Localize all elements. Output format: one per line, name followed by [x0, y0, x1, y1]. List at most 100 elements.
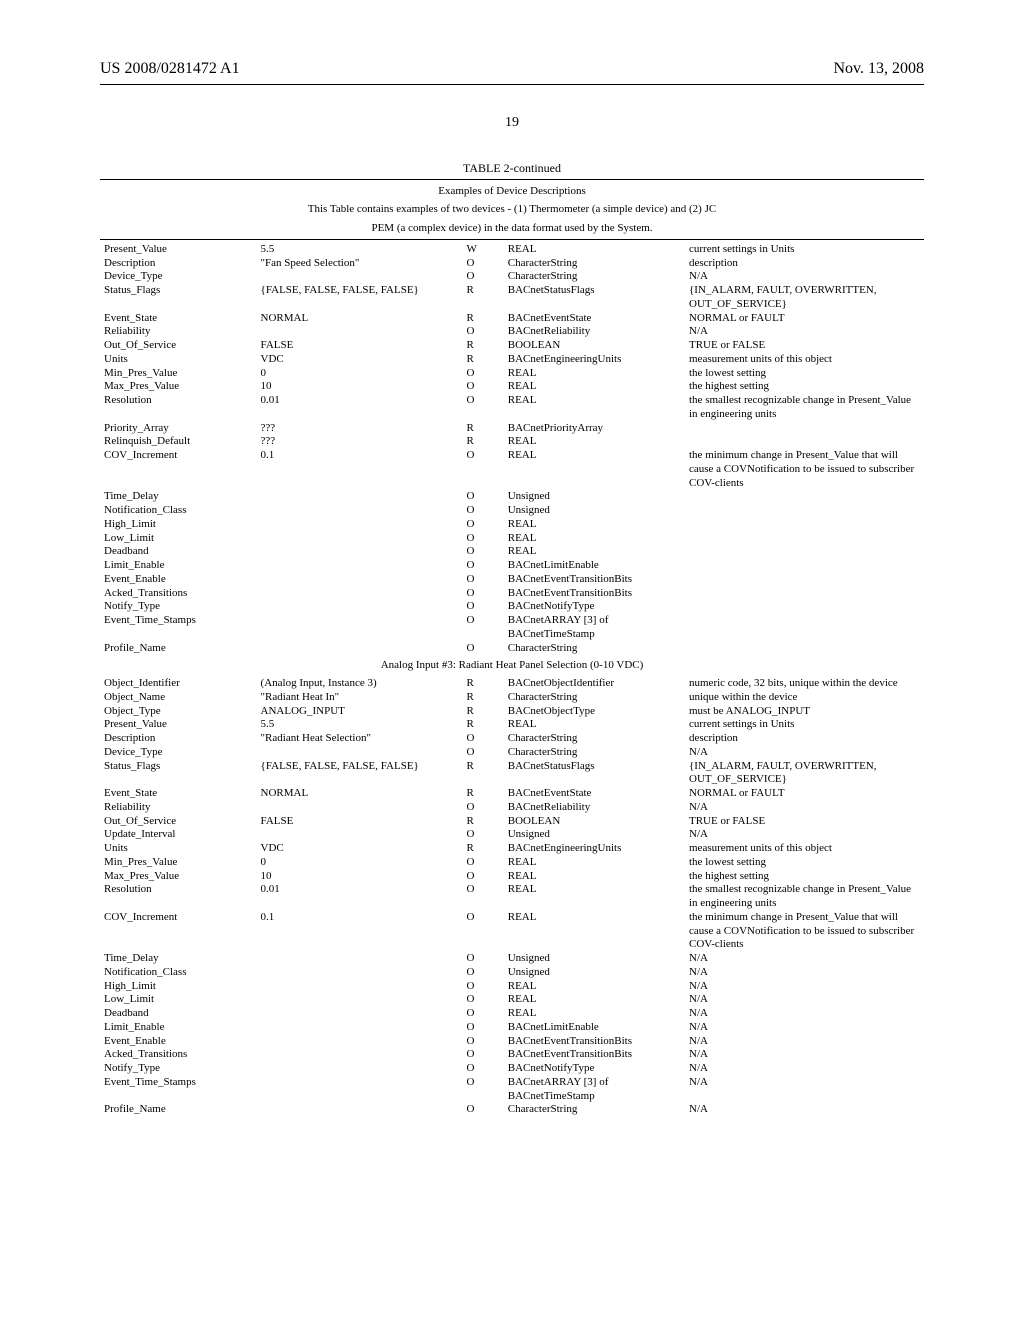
cell-c5: the minimum change in Present_Value that… — [685, 911, 924, 952]
cell-c5: the smallest recognizable change in Pres… — [685, 883, 924, 911]
cell-c3: R — [463, 691, 504, 705]
cell-c3: O — [463, 573, 504, 587]
cell-c1: COV_Increment — [100, 449, 257, 490]
cell-c3: R — [463, 677, 504, 691]
cell-c2: 0.01 — [257, 883, 463, 911]
cell-c3: O — [463, 870, 504, 884]
cell-c2 — [257, 1103, 463, 1117]
cell-c5: description — [685, 257, 924, 271]
cell-c5 — [685, 504, 924, 518]
cell-c4: REAL — [504, 435, 685, 449]
table-row: Acked_TransitionsOBACnetEventTransitionB… — [100, 587, 924, 601]
table-caption-1: Examples of Device Descriptions — [100, 184, 924, 198]
table-row: Resolution0.01OREALthe smallest recogniz… — [100, 394, 924, 422]
cell-c4: BACnetReliability — [504, 801, 685, 815]
table-row: Device_TypeOCharacterStringN/A — [100, 270, 924, 284]
cell-c3: O — [463, 587, 504, 601]
table-row: Status_Flags{FALSE, FALSE, FALSE, FALSE}… — [100, 284, 924, 312]
cell-c5 — [685, 490, 924, 504]
cell-c5 — [685, 559, 924, 573]
cell-c1: Units — [100, 353, 257, 367]
cell-c5 — [685, 518, 924, 532]
cell-c3: R — [463, 787, 504, 801]
cell-c4: REAL — [504, 367, 685, 381]
cell-c2 — [257, 600, 463, 614]
cell-c5: description — [685, 732, 924, 746]
table-row: Object_Identifier(Analog Input, Instance… — [100, 677, 924, 691]
table-row: ReliabilityOBACnetReliabilityN/A — [100, 325, 924, 339]
cell-c2: FALSE — [257, 815, 463, 829]
table-row: Limit_EnableOBACnetLimitEnable — [100, 559, 924, 573]
cell-c1: Time_Delay — [100, 952, 257, 966]
cell-c5: the highest setting — [685, 870, 924, 884]
cell-c3: O — [463, 856, 504, 870]
cell-c5: N/A — [685, 270, 924, 284]
cell-c3: R — [463, 760, 504, 788]
cell-c1: Relinquish_Default — [100, 435, 257, 449]
cell-c2: 5.5 — [257, 718, 463, 732]
page-header: US 2008/0281472 A1 Nov. 13, 2008 — [100, 60, 924, 78]
cell-c3: R — [463, 435, 504, 449]
table-row: High_LimitOREAL — [100, 518, 924, 532]
cell-c1: Reliability — [100, 801, 257, 815]
cell-c4: REAL — [504, 449, 685, 490]
cell-c3: O — [463, 1007, 504, 1021]
cell-c5 — [685, 435, 924, 449]
table-row: Description"Radiant Heat Selection"OChar… — [100, 732, 924, 746]
cell-c3: O — [463, 449, 504, 490]
cell-c2: VDC — [257, 353, 463, 367]
cell-c1: Device_Type — [100, 746, 257, 760]
table-row: Resolution0.01OREALthe smallest recogniz… — [100, 883, 924, 911]
cell-c4: REAL — [504, 980, 685, 994]
cell-c1: High_Limit — [100, 518, 257, 532]
cell-c3: O — [463, 270, 504, 284]
cell-c4: BACnetStatusFlags — [504, 284, 685, 312]
cell-c2 — [257, 993, 463, 1007]
cell-c3: O — [463, 746, 504, 760]
cell-c5: N/A — [685, 1103, 924, 1117]
cell-c2: 0 — [257, 856, 463, 870]
cell-c3: O — [463, 367, 504, 381]
cell-c3: O — [463, 325, 504, 339]
cell-c3: O — [463, 600, 504, 614]
cell-c2 — [257, 828, 463, 842]
cell-c5: N/A — [685, 1021, 924, 1035]
cell-c1: Present_Value — [100, 718, 257, 732]
cell-c4: CharacterString — [504, 691, 685, 705]
cell-c5: N/A — [685, 325, 924, 339]
cell-c1: Event_State — [100, 787, 257, 801]
cell-c5: N/A — [685, 1076, 924, 1104]
cell-c2: FALSE — [257, 339, 463, 353]
cell-c4: BACnetStatusFlags — [504, 760, 685, 788]
cell-c5: {IN_ALARM, FAULT, OVERWRITTEN, OUT_OF_SE… — [685, 284, 924, 312]
cell-c1: Present_Value — [100, 243, 257, 257]
section-heading-row: Analog Input #3: Radiant Heat Panel Sele… — [100, 655, 924, 677]
table-row: Low_LimitOREALN/A — [100, 993, 924, 1007]
cell-c3: O — [463, 1076, 504, 1104]
cell-c4: REAL — [504, 883, 685, 911]
cell-c2: ??? — [257, 422, 463, 436]
cell-c4: BACnetEventTransitionBits — [504, 587, 685, 601]
table-row: Notify_TypeOBACnetNotifyType — [100, 600, 924, 614]
cell-c4: REAL — [504, 545, 685, 559]
cell-c5: N/A — [685, 1062, 924, 1076]
cell-c2 — [257, 642, 463, 656]
cell-c2: "Radiant Heat Selection" — [257, 732, 463, 746]
table-row: Notify_TypeOBACnetNotifyTypeN/A — [100, 1062, 924, 1076]
cell-c4: REAL — [504, 1007, 685, 1021]
cell-c5: {IN_ALARM, FAULT, OVERWRITTEN, OUT_OF_SE… — [685, 760, 924, 788]
cell-c2: 0.1 — [257, 911, 463, 952]
cell-c3: R — [463, 312, 504, 326]
cell-c5: the lowest setting — [685, 856, 924, 870]
cell-c2 — [257, 801, 463, 815]
cell-c3: O — [463, 883, 504, 911]
cell-c1: Event_Time_Stamps — [100, 614, 257, 642]
cell-c4: BACnetEngineeringUnits — [504, 842, 685, 856]
table-row: Relinquish_Default???RREAL — [100, 435, 924, 449]
cell-c5: unique within the device — [685, 691, 924, 705]
cell-c4: BOOLEAN — [504, 815, 685, 829]
table-row: Profile_NameOCharacterStringN/A — [100, 1103, 924, 1117]
cell-c2 — [257, 270, 463, 284]
table-row: Limit_EnableOBACnetLimitEnableN/A — [100, 1021, 924, 1035]
cell-c2 — [257, 1062, 463, 1076]
